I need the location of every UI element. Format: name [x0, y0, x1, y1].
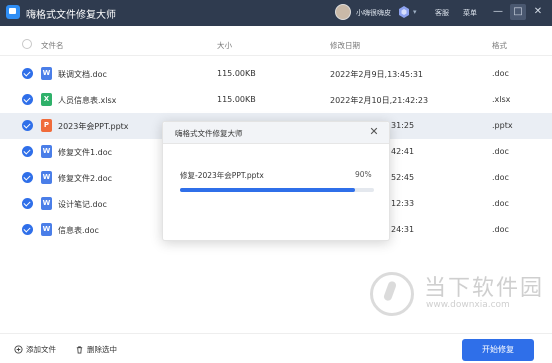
dialog-close-icon[interactable]: ✕ — [367, 125, 381, 139]
row-checkbox[interactable] — [22, 198, 33, 209]
title-bar: 嗨格式文件修复大师 小嗨很嗨皮 ▾ 客服 菜单 — □ ✕ — [0, 0, 552, 26]
customer-service-link[interactable]: 客服 — [435, 8, 449, 18]
progress-bar-fill — [180, 188, 355, 192]
word-file-icon: W — [41, 197, 52, 210]
bottom-toolbar: 添加文件 删除选中 开始修复 — [0, 333, 552, 363]
user-avatar[interactable] — [335, 4, 351, 20]
column-header-size[interactable]: 大小 — [217, 40, 232, 51]
dialog-header: 嗨格式文件修复大师 ✕ — [163, 122, 389, 144]
app-logo-icon — [6, 5, 20, 19]
row-checkbox[interactable] — [22, 68, 33, 79]
file-size: 115.00KB — [217, 69, 256, 78]
add-file-label: 添加文件 — [26, 345, 56, 354]
file-modified: 24:31 — [391, 225, 415, 234]
file-modified: 2022年2月10日,21:42:23 — [330, 96, 429, 105]
delete-selected-label: 删除选中 — [87, 345, 117, 354]
app-title: 嗨格式文件修复大师 — [26, 10, 116, 21]
start-repair-button[interactable]: 开始修复 — [462, 339, 534, 361]
file-format: .pptx — [492, 121, 513, 130]
powerpoint-file-icon: P — [41, 119, 52, 132]
word-file-icon: W — [41, 67, 52, 80]
row-checkbox[interactable] — [22, 224, 33, 235]
word-file-icon: W — [41, 223, 52, 236]
progress-bar — [180, 188, 374, 192]
file-name: 修复文件2.doc — [58, 174, 113, 183]
word-file-icon: W — [41, 145, 52, 158]
file-list-header: 文件名 大小 修改日期 格式 — [0, 32, 552, 56]
table-row[interactable]: W 联调文档.doc 115.00KB 2022年2月9日,13:45:31 .… — [0, 61, 552, 87]
file-modified: 42:41 — [391, 147, 415, 156]
row-checkbox[interactable] — [22, 120, 33, 131]
file-name: 修复文件1.doc — [58, 148, 113, 157]
excel-file-icon: X — [41, 93, 52, 106]
row-checkbox[interactable] — [22, 146, 33, 157]
add-file-button[interactable]: 添加文件 — [14, 344, 56, 355]
file-modified: 12:33 — [391, 199, 415, 208]
word-file-icon: W — [41, 171, 52, 184]
delete-selected-button[interactable]: 删除选中 — [75, 344, 117, 355]
watermark-url: www.downxia.com — [426, 300, 510, 310]
file-modified: 2022年2月9日,13:45:31 — [330, 70, 424, 79]
dialog-title: 嗨格式文件修复大师 — [175, 129, 243, 138]
file-format: .doc — [492, 225, 509, 234]
minimize-button[interactable]: — — [490, 4, 506, 20]
column-header-modified[interactable]: 修改日期 — [330, 40, 360, 51]
file-name: 联调文档.doc — [58, 70, 107, 79]
progress-file-label: 修复-2023年会PPT.pptx — [180, 171, 264, 180]
file-size: 115.00KB — [217, 95, 256, 104]
repair-progress-dialog: 嗨格式文件修复大师 ✕ 修复-2023年会PPT.pptx 90% — [162, 121, 390, 241]
vip-badge-icon[interactable] — [398, 5, 410, 19]
maximize-button[interactable]: □ — [510, 4, 526, 20]
watermark-text: 当下软件园 — [424, 276, 545, 301]
file-format: .xlsx — [492, 95, 511, 104]
table-row[interactable]: X 人员信息表.xlsx 115.00KB 2022年2月10日,21:42:2… — [0, 87, 552, 113]
column-header-name[interactable]: 文件名 — [41, 40, 64, 51]
menu-link[interactable]: 菜单 — [463, 8, 477, 18]
close-button[interactable]: ✕ — [530, 4, 546, 20]
row-checkbox[interactable] — [22, 172, 33, 183]
progress-percent: 90% — [355, 170, 372, 179]
user-name[interactable]: 小嗨很嗨皮 — [356, 8, 391, 18]
file-name: 2023年会PPT.pptx — [58, 122, 129, 131]
file-name: 信息表.doc — [58, 226, 99, 235]
file-name: 人员信息表.xlsx — [58, 96, 117, 105]
file-format: .doc — [492, 147, 509, 156]
watermark-logo-icon — [370, 272, 414, 316]
select-all-checkbox[interactable] — [22, 39, 32, 49]
file-name: 设计笔记.doc — [58, 200, 107, 209]
column-header-format[interactable]: 格式 — [492, 40, 507, 51]
row-checkbox[interactable] — [22, 94, 33, 105]
file-modified: 31:25 — [391, 121, 415, 130]
file-format: .doc — [492, 173, 509, 182]
chevron-down-icon[interactable]: ▾ — [413, 8, 417, 16]
file-format: .doc — [492, 199, 509, 208]
trash-icon — [76, 346, 83, 354]
file-modified: 52:45 — [391, 173, 415, 182]
file-format: .doc — [492, 69, 509, 78]
add-circle-icon — [14, 345, 23, 354]
